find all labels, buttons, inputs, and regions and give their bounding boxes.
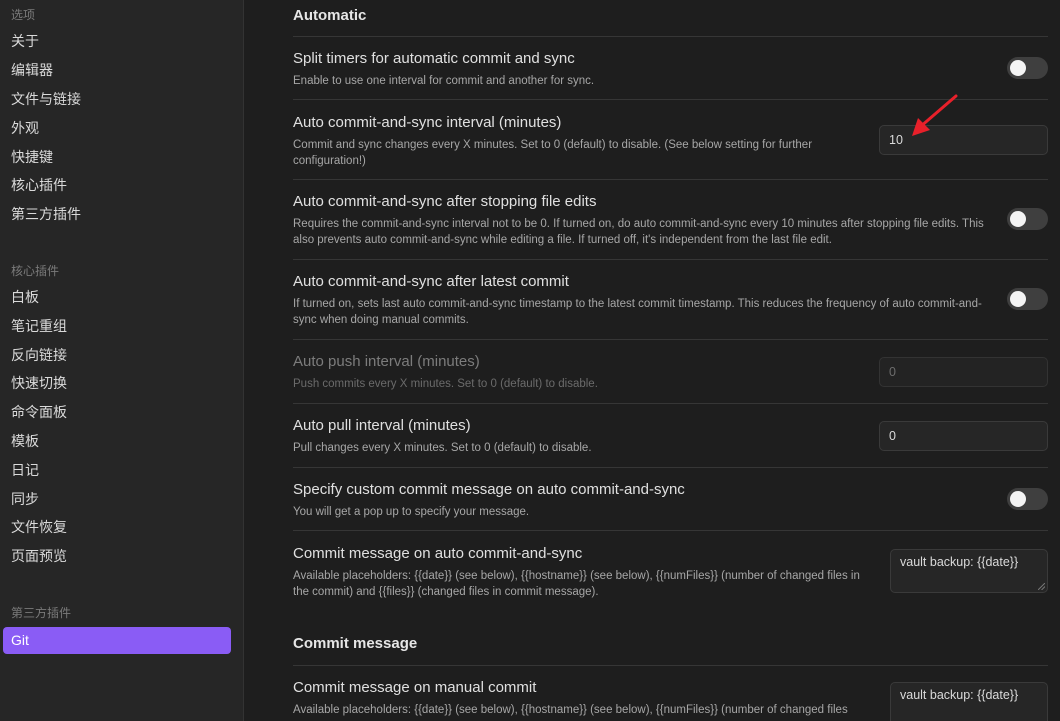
sidebar-item-appearance[interactable]: 外观 <box>3 115 231 142</box>
auto-commit-message-value: vault backup: {{date}} <box>900 555 1019 569</box>
divider <box>293 36 1048 37</box>
divider <box>293 339 1048 340</box>
sidebar-group-title-options: 选项 <box>11 8 36 22</box>
setting-desc-after-latest-commit: If turned on, sets last auto commit-and-… <box>293 298 982 326</box>
divider <box>293 259 1048 260</box>
setting-name-custom-commit-message: Specify custom commit message on auto co… <box>293 481 685 498</box>
toggle-knob <box>1010 211 1026 227</box>
setting-name-after-latest-commit: Auto commit-and-sync after latest commit <box>293 273 569 290</box>
sidebar-item-file-recovery[interactable]: 文件恢复 <box>3 514 231 541</box>
sidebar-item-canvas[interactable]: 白板 <box>3 284 231 311</box>
setting-desc-auto-push-interval: Push commits every X minutes. Set to 0 (… <box>293 378 598 390</box>
setting-name-auto-sync-interval: Auto commit-and-sync interval (minutes) <box>293 114 562 131</box>
sidebar-item-daily-notes[interactable]: 日记 <box>3 457 231 484</box>
after-stopping-edits-toggle[interactable] <box>1007 208 1048 230</box>
setting-name-split-timers: Split timers for automatic commit and sy… <box>293 50 575 67</box>
auto-commit-message-textarea[interactable]: vault backup: {{date}} <box>890 549 1048 593</box>
auto-push-interval-input: 0 <box>879 357 1048 387</box>
settings-window: 选项 关于 编辑器 文件与链接 外观 快捷键 核心插件 第三方插件 核心插件 白… <box>0 0 1060 721</box>
toggle-knob <box>1010 60 1026 76</box>
setting-desc-manual-commit-message: Available placeholders: {{date}} (see be… <box>293 704 848 716</box>
manual-commit-message-value: vault backup: {{date}} <box>900 688 1019 702</box>
sidebar-item-files-links[interactable]: 文件与链接 <box>3 86 231 113</box>
setting-name-after-stopping-edits: Auto commit-and-sync after stopping file… <box>293 193 597 210</box>
divider <box>293 467 1048 468</box>
annotation-arrow-icon <box>912 94 958 136</box>
sidebar-item-about[interactable]: 关于 <box>3 28 231 55</box>
after-latest-commit-toggle[interactable] <box>1007 288 1048 310</box>
divider <box>293 403 1048 404</box>
setting-name-auto-commit-message: Commit message on auto commit-and-sync <box>293 545 583 562</box>
sidebar-item-command-palette[interactable]: 命令面板 <box>3 399 231 426</box>
toggle-knob <box>1010 291 1026 307</box>
setting-desc-auto-sync-interval: Commit and sync changes every X minutes.… <box>293 139 813 167</box>
divider <box>293 665 1048 666</box>
divider <box>293 179 1048 180</box>
sidebar-item-page-preview[interactable]: 页面预览 <box>3 543 231 570</box>
setting-desc-auto-pull-interval: Pull changes every X minutes. Set to 0 (… <box>293 442 592 454</box>
setting-desc-after-stopping-edits: Requires the commit-and-sync interval no… <box>293 218 984 246</box>
settings-content: Automatic Split timers for automatic com… <box>244 0 1060 721</box>
sidebar-item-note-composer[interactable]: 笔记重组 <box>3 313 231 340</box>
sidebar-item-sync[interactable]: 同步 <box>3 486 231 513</box>
sidebar-item-templates[interactable]: 模板 <box>3 428 231 455</box>
auto-pull-interval-input[interactable]: 0 <box>879 421 1048 451</box>
split-timers-toggle[interactable] <box>1007 57 1048 79</box>
section-heading-commit-message: Commit message <box>293 635 418 652</box>
setting-name-manual-commit-message: Commit message on manual commit <box>293 679 537 696</box>
divider <box>293 530 1048 531</box>
sidebar-item-editor[interactable]: 编辑器 <box>3 57 231 84</box>
setting-name-auto-push-interval: Auto push interval (minutes) <box>293 353 480 370</box>
sidebar-group-title-community-plugins: 第三方插件 <box>11 606 72 620</box>
sidebar-item-quick-switcher[interactable]: 快速切换 <box>3 370 231 397</box>
sidebar-item-backlinks[interactable]: 反向链接 <box>3 342 231 369</box>
sidebar-item-core-plugins[interactable]: 核心插件 <box>3 172 231 199</box>
sidebar-item-community-plugins[interactable]: 第三方插件 <box>3 201 231 228</box>
toggle-knob <box>1010 491 1026 507</box>
sidebar-group-title-core-plugins: 核心插件 <box>11 264 60 278</box>
resize-grip-icon[interactable] <box>1038 583 1045 590</box>
sidebar-item-hotkeys[interactable]: 快捷键 <box>3 144 231 171</box>
settings-sidebar: 选项 关于 编辑器 文件与链接 外观 快捷键 核心插件 第三方插件 核心插件 白… <box>0 0 244 721</box>
custom-commit-message-toggle[interactable] <box>1007 488 1048 510</box>
sidebar-item-git[interactable]: Git <box>3 627 231 654</box>
manual-commit-message-textarea[interactable]: vault backup: {{date}} <box>890 682 1048 721</box>
setting-desc-split-timers: Enable to use one interval for commit an… <box>293 75 595 87</box>
setting-desc-auto-commit-message: Available placeholders: {{date}} (see be… <box>293 570 860 598</box>
section-heading-automatic: Automatic <box>293 7 367 24</box>
setting-desc-custom-commit-message: You will get a pop up to specify your me… <box>293 506 530 518</box>
setting-name-auto-pull-interval: Auto pull interval (minutes) <box>293 417 471 434</box>
